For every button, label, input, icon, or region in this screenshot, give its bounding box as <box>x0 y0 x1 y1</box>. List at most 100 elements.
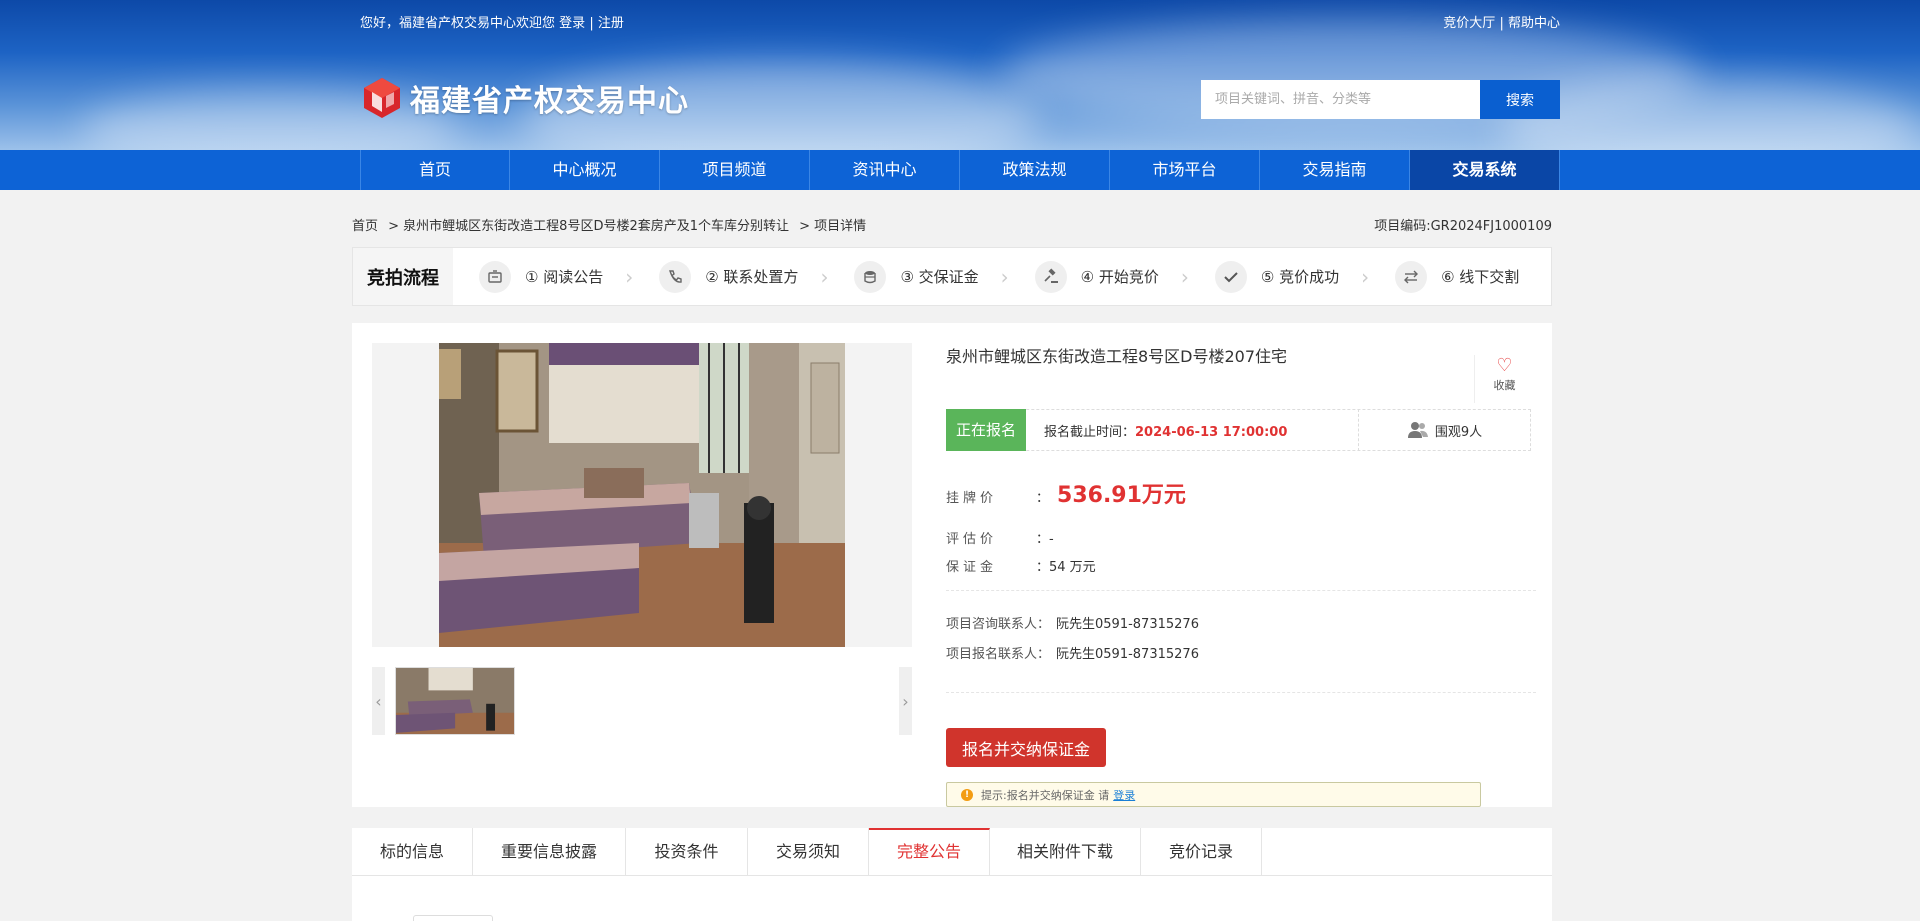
tab-investment-conditions[interactable]: 投资条件 <box>626 828 748 876</box>
hint-login-link[interactable]: 登录 <box>1113 787 1135 803</box>
nav-item-news[interactable]: 资讯中心 <box>810 150 960 190</box>
bidding-hall-link[interactable]: 竞价大厅 <box>1443 16 1495 31</box>
project-panel: ‹ › 泉州市鲤城区东街改造工程8号区D号楼207住宅 ♡ 收藏 正在报名 报名… <box>352 323 1552 807</box>
list-price-colon: ： <box>1036 491 1050 506</box>
deposit-label: 保证金 <box>946 560 998 575</box>
status-badge: 正在报名 <box>946 408 1026 451</box>
site-header: 您好，福建省产权交易中心欢迎您 登录 | 注册 竞价大厅 | 帮助中心 福建省产… <box>0 0 1920 150</box>
top-separator: | <box>1499 16 1504 31</box>
detail-tabs: 标的信息 重要信息披露 投资条件 交易须知 完整公告 相关附件下载 竞价记录 <box>352 828 1552 921</box>
coins-icon <box>854 260 887 293</box>
main-nav: 首页 中心概况 项目频道 资讯中心 政策法规 市场平台 交易指南 交易系统 <box>0 150 1920 190</box>
nav-item-policy[interactable]: 政策法规 <box>960 150 1110 190</box>
chevron-right-icon: › <box>1000 264 1009 289</box>
phone-icon <box>659 260 692 293</box>
notice-icon <box>479 260 511 293</box>
hint-text: 提示:报名并交纳保证金 请 <box>981 788 1110 802</box>
deposit-value: ：54 万元 <box>1036 560 1096 575</box>
nav-item-about[interactable]: 中心概况 <box>510 150 660 190</box>
search-bar: 搜索 <box>1201 80 1560 119</box>
view-count: 围观9人 <box>1358 409 1530 451</box>
tab-target-info[interactable]: 标的信息 <box>352 828 473 876</box>
tab-disclosure[interactable]: 重要信息披露 <box>473 828 626 876</box>
favorite-button[interactable]: ♡ 收藏 <box>1474 355 1534 403</box>
thumb-next-icon[interactable]: › <box>899 667 912 735</box>
logo-text: 福建省产权交易中心 <box>410 84 689 119</box>
login-link[interactable]: 登录 <box>559 16 585 31</box>
tab-bid-records[interactable]: 竞价记录 <box>1141 828 1262 876</box>
project-info: 泉州市鲤城区东街改造工程8号区D号楼207住宅 ♡ 收藏 正在报名 报名截止时间… <box>946 343 1536 807</box>
status-bar: 正在报名 报名截止时间：2024-06-13 17:00:00 围观9人 <box>946 408 1531 451</box>
breadcrumb: 首页 > 泉州市鲤城区东街改造工程8号区D号楼2套房产及1个车库分别转让 > 项… <box>352 215 1552 234</box>
check-icon <box>1214 260 1247 293</box>
nav-item-guide[interactable]: 交易指南 <box>1260 150 1410 190</box>
tab-trading-notes[interactable]: 交易须知 <box>748 828 869 876</box>
chevron-right-icon: › <box>820 264 829 289</box>
exchange-icon <box>1395 260 1428 293</box>
project-title: 泉州市鲤城区东街改造工程8号区D号楼207住宅 <box>946 347 1288 366</box>
breadcrumb-current: > 项目详情 <box>799 219 867 234</box>
view-count-text: 围观9人 <box>1434 424 1483 440</box>
process-step: ④ 开始竞价 › <box>1034 260 1189 293</box>
thumb-prev-icon[interactable]: ‹ <box>372 667 385 735</box>
login-hint: ! 提示:报名并交纳保证金 请 登录 <box>946 782 1481 807</box>
logo-mark-icon <box>364 78 400 118</box>
list-price-value: 536.91万元 <box>1057 483 1186 508</box>
step-label: ⑤ 竞价成功 <box>1260 268 1340 286</box>
register-link[interactable]: 注册 <box>598 16 624 31</box>
consult-contact: 项目咨询联系人： 阮先生0591-87315276 <box>946 613 1199 632</box>
chevron-right-icon: › <box>1180 264 1189 289</box>
process-step: ⑥ 线下交割 <box>1395 260 1520 293</box>
step-label: ① 阅读公告 <box>525 268 604 286</box>
deadline: 报名截止时间：2024-06-13 17:00:00 <box>1044 421 1358 440</box>
heart-icon: ♡ <box>1496 355 1513 376</box>
nav-item-projects[interactable]: 项目频道 <box>660 150 810 190</box>
consult-label: 项目咨询联系人： <box>946 617 1051 632</box>
assess-price-label: 评估价 <box>946 532 998 547</box>
signup-contact: 项目报名联系人： 阮先生0591-87315276 <box>946 643 1199 662</box>
assess-price-value: ：- <box>1036 532 1054 547</box>
top-bar: 您好，福建省产权交易中心欢迎您 登录 | 注册 竞价大厅 | 帮助中心 <box>360 12 1560 32</box>
process-step: ⑤ 竞价成功 › <box>1214 260 1370 293</box>
consult-value: 阮先生0591-87315276 <box>1056 617 1199 632</box>
deadline-value: 2024-06-13 17:00:00 <box>1135 424 1288 440</box>
site-logo[interactable]: 福建省产权交易中心 <box>360 74 689 122</box>
step-label: ② 联系处置方 <box>705 268 799 286</box>
gavel-icon <box>1034 260 1067 293</box>
tab-full-announcement[interactable]: 完整公告 <box>869 828 990 876</box>
process-step: ③ 交保证金 › <box>854 260 1009 293</box>
nav-item-trading-system[interactable]: 交易系统 <box>1410 150 1560 190</box>
thumbnail[interactable] <box>395 667 515 735</box>
breadcrumb-category[interactable]: > 泉州市鲤城区东街改造工程8号区D号楼2套房产及1个车库分别转让 <box>388 219 789 234</box>
deadline-label: 报名截止时间： <box>1044 424 1136 440</box>
apply-deposit-button[interactable]: 报名并交纳保证金 <box>946 728 1106 767</box>
nav-item-home[interactable]: 首页 <box>360 150 510 190</box>
warning-icon: ! <box>961 788 973 801</box>
signup-label: 项目报名联系人： <box>946 647 1051 662</box>
divider <box>946 590 1536 591</box>
tab-attachments[interactable]: 相关附件下载 <box>990 828 1141 876</box>
step-label: ④ 开始竞价 <box>1080 268 1159 286</box>
help-center-link[interactable]: 帮助中心 <box>1508 16 1560 31</box>
project-code: 项目编码:GR2024FJ1000109 <box>1374 219 1552 234</box>
deposit-row: 保证金 ：54 万元 <box>946 556 1096 575</box>
list-price-label: 挂牌价 <box>946 491 998 506</box>
step-label: ③ 交保证金 <box>900 268 979 286</box>
breadcrumb-home[interactable]: 首页 <box>352 219 378 234</box>
process-title: 竞拍流程 <box>353 248 453 305</box>
tab-bar: 标的信息 重要信息披露 投资条件 交易须知 完整公告 相关附件下载 竞价记录 <box>352 828 1552 876</box>
users-icon <box>1407 422 1428 438</box>
search-input[interactable] <box>1201 80 1480 119</box>
assess-price-row: 评估价 ：- <box>946 528 1054 547</box>
list-price-row: 挂牌价 ： 536.91万元 <box>946 477 1186 509</box>
chevron-right-icon: › <box>625 264 634 289</box>
chevron-right-icon: › <box>1361 264 1370 289</box>
search-button[interactable]: 搜索 <box>1480 80 1560 119</box>
thumbnail-strip: ‹ › <box>372 667 912 735</box>
main-photo[interactable] <box>439 343 845 647</box>
process-step: ① 阅读公告 › <box>479 260 634 293</box>
step-label: ⑥ 线下交割 <box>1441 268 1520 286</box>
nav-item-market[interactable]: 市场平台 <box>1110 150 1260 190</box>
signup-value: 阮先生0591-87315276 <box>1056 647 1199 662</box>
image-gallery <box>372 343 912 647</box>
